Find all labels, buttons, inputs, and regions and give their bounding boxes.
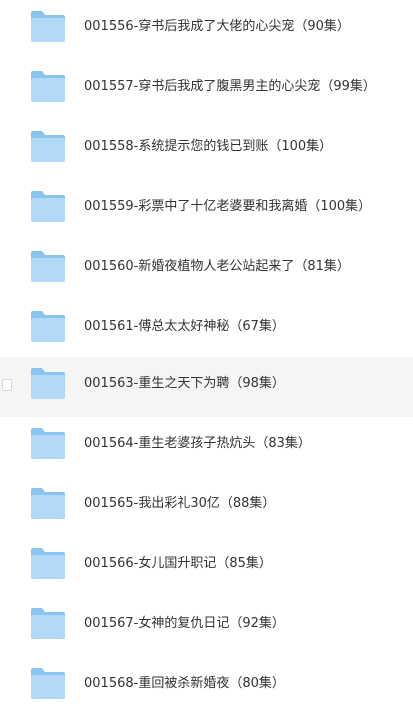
folder-icon [30,606,66,640]
file-row[interactable]: 001558-系统提示您的钱已到账（100集） [0,120,413,180]
file-name[interactable]: 001559-彩票中了十亿老婆要和我离婚（100集） [84,197,371,217]
file-name[interactable]: 001560-新婚夜植物人老公站起来了（81集） [84,257,350,277]
file-name[interactable]: 001568-重回被杀新婚夜（80集） [84,674,285,694]
row-checkbox[interactable] [2,379,12,391]
file-name[interactable]: 001556-穿书后我成了大佬的心尖宠（90集） [84,17,350,37]
file-name[interactable]: 001567-女神的复仇日记（92集） [84,614,285,634]
folder-icon [30,366,66,400]
file-row[interactable]: 001566-女儿国升职记（85集） [0,537,413,597]
folder-icon [30,189,66,223]
folder-icon [30,486,66,520]
folder-icon [30,546,66,580]
file-row[interactable]: 001563-重生之天下为聘（98集） [0,357,413,417]
file-name[interactable]: 001561-傅总太太好神秘（67集） [84,317,285,337]
folder-icon [30,426,66,460]
file-name[interactable]: 001566-女儿国升职记（85集） [84,554,272,574]
file-name[interactable]: 001558-系统提示您的钱已到账（100集） [84,137,332,157]
file-name[interactable]: 001557-穿书后我成了腹黑男主的心尖宠（99集） [84,77,376,97]
file-row[interactable]: 001556-穿书后我成了大佬的心尖宠（90集） [0,0,413,60]
file-row[interactable]: 001565-我出彩礼30亿（88集） [0,477,413,537]
file-name[interactable]: 001563-重生之天下为聘（98集） [84,374,285,394]
folder-icon [30,249,66,283]
file-name[interactable]: 001565-我出彩礼30亿（88集） [84,494,275,514]
file-row[interactable]: 001559-彩票中了十亿老婆要和我离婚（100集） [0,180,413,240]
file-name[interactable]: 001564-重生老婆孩子热炕头（83集） [84,434,311,454]
folder-icon [30,69,66,103]
folder-icon [30,129,66,163]
folder-icon [30,666,66,700]
file-list: 001556-穿书后我成了大佬的心尖宠（90集） 001557-穿书后我成了腹黑… [0,0,413,720]
file-row[interactable]: 001561-傅总太太好神秘（67集） [0,300,413,360]
file-row[interactable]: 001567-女神的复仇日记（92集） [0,597,413,657]
file-row[interactable]: 001564-重生老婆孩子热炕头（83集） [0,417,413,477]
file-row[interactable]: 001557-穿书后我成了腹黑男主的心尖宠（99集） [0,60,413,120]
folder-icon [30,309,66,343]
folder-icon [30,9,66,43]
file-row[interactable]: 001560-新婚夜植物人老公站起来了（81集） [0,240,413,300]
file-row[interactable]: 001568-重回被杀新婚夜（80集） [0,657,413,717]
